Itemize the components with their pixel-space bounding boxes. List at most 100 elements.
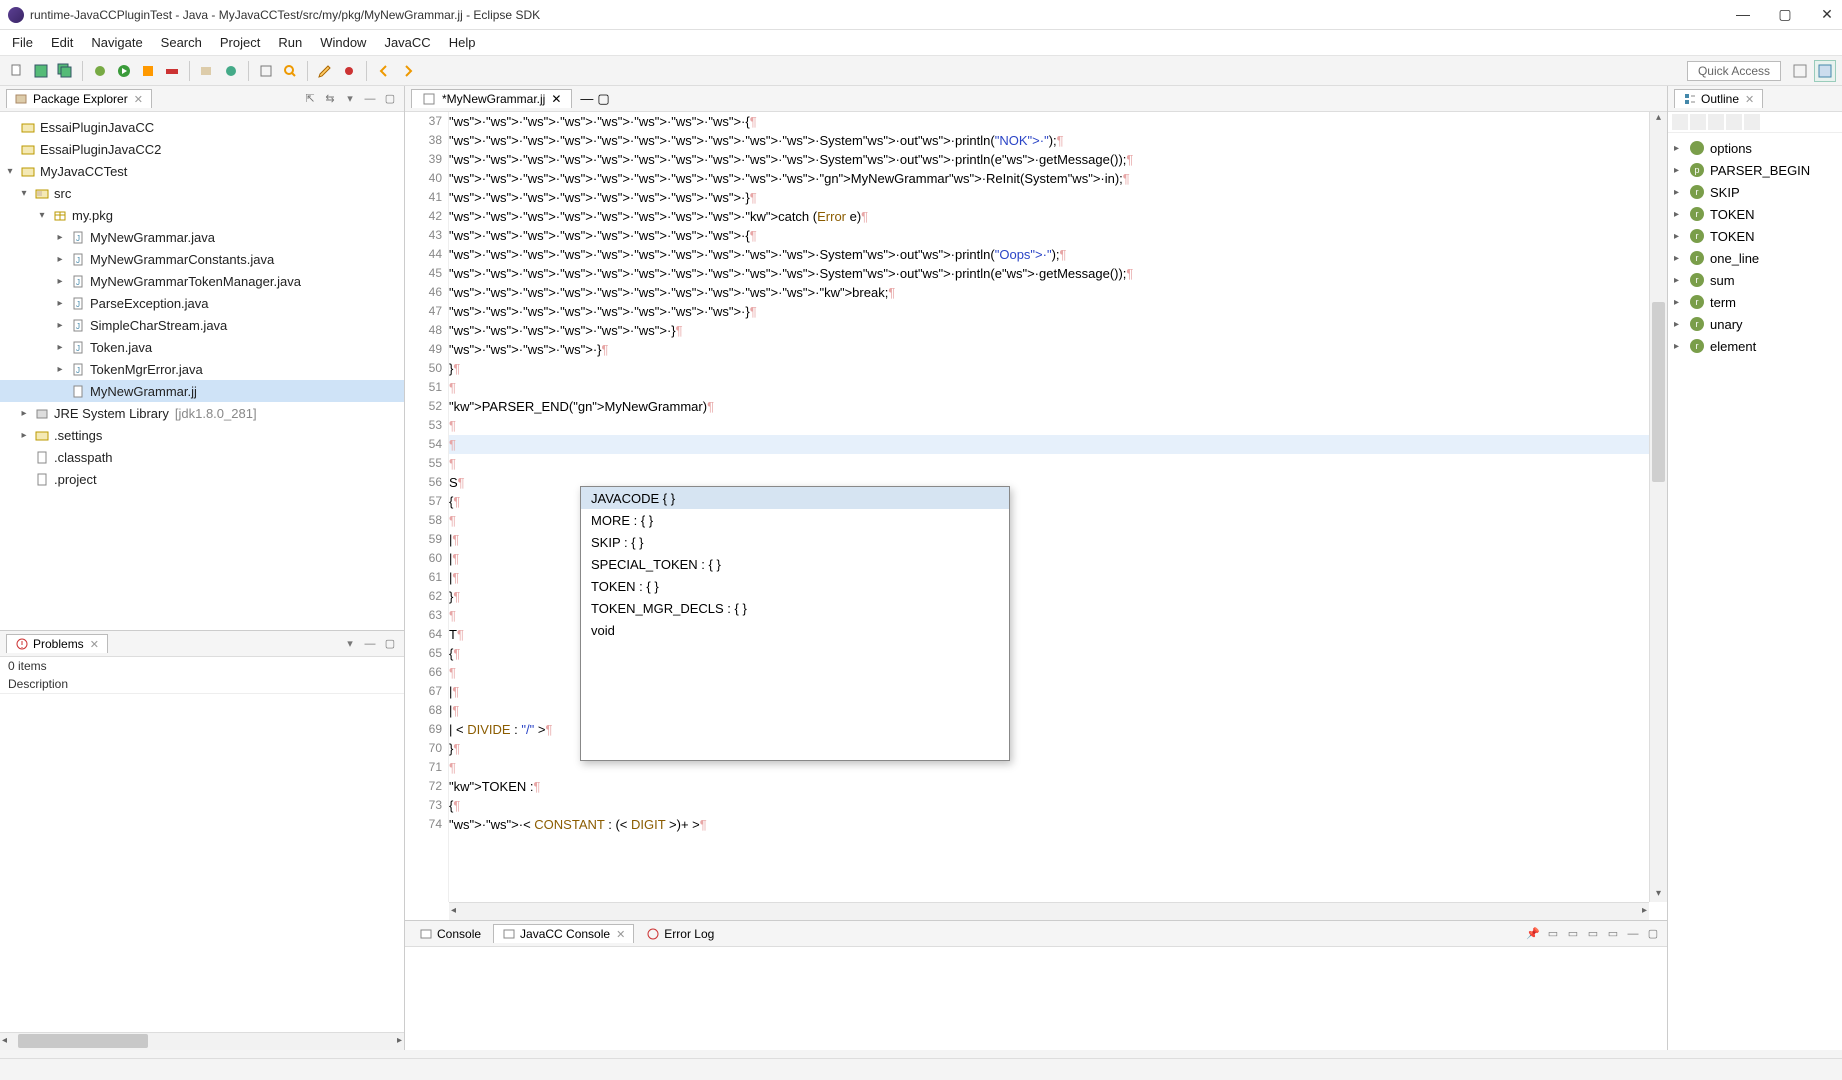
menu-search[interactable]: Search bbox=[153, 33, 210, 52]
close-icon[interactable]: ✕ bbox=[90, 638, 99, 651]
maximize-icon[interactable]: ▢ bbox=[382, 636, 398, 652]
view-menu-icon[interactable]: ▾ bbox=[342, 91, 358, 107]
package-explorer-tree[interactable]: EssaiPluginJavaCCEssaiPluginJavaCC2▾MyJa… bbox=[0, 112, 404, 630]
outline-item[interactable]: ▸SKIP bbox=[1668, 181, 1842, 203]
javacc-console-tab[interactable]: JavaCC Console ✕ bbox=[493, 924, 634, 943]
minimize-icon[interactable]: — bbox=[580, 91, 593, 106]
new-button[interactable] bbox=[6, 60, 28, 82]
completion-item[interactable]: TOKEN : { } bbox=[581, 575, 1009, 597]
code-line[interactable]: "ws">·"ws">·"ws">·"ws">·"ws">·"ws">·}¶ bbox=[449, 321, 1649, 340]
view-menu-icon[interactable]: ▾ bbox=[342, 636, 358, 652]
outline-item[interactable]: ▸element bbox=[1668, 335, 1842, 357]
horizontal-scrollbar-thumb[interactable] bbox=[18, 1034, 148, 1048]
hide-nonpublic-icon[interactable] bbox=[1744, 114, 1760, 130]
java-perspective-button[interactable] bbox=[1814, 60, 1836, 82]
maximize-icon[interactable]: ▢ bbox=[382, 91, 398, 107]
code-line[interactable]: "ws">·"ws">·"ws">·"ws">·"ws">·"ws">·"ws"… bbox=[449, 264, 1649, 283]
horizontal-scrollbar[interactable]: ◂ ▸ bbox=[449, 902, 1649, 920]
minimize-icon[interactable]: — bbox=[1625, 926, 1641, 942]
clear-console-icon[interactable]: ▭ bbox=[1565, 926, 1581, 942]
tree-twisty-icon[interactable]: ▸ bbox=[54, 232, 66, 243]
outline-item[interactable]: ▸term bbox=[1668, 291, 1842, 313]
tree-twisty-icon[interactable]: ▸ bbox=[1674, 231, 1684, 242]
code-line[interactable]: ¶ bbox=[449, 435, 1649, 454]
menu-navigate[interactable]: Navigate bbox=[83, 33, 150, 52]
tree-item[interactable]: ▸JMyNewGrammarConstants.java bbox=[0, 248, 404, 270]
pin-console-icon[interactable]: 📌 bbox=[1525, 926, 1541, 942]
tree-item[interactable]: ▸JRE System Library[jdk1.8.0_281] bbox=[0, 402, 404, 424]
debug-button[interactable] bbox=[89, 60, 111, 82]
code-line[interactable]: ¶ bbox=[449, 454, 1649, 473]
tree-twisty-icon[interactable]: ▸ bbox=[18, 430, 30, 441]
code-line[interactable]: "kw">TOKEN :¶ bbox=[449, 777, 1649, 796]
menu-run[interactable]: Run bbox=[270, 33, 310, 52]
outline-item[interactable]: ▸PARSER_BEGIN bbox=[1668, 159, 1842, 181]
scroll-lock-icon[interactable]: ▭ bbox=[1585, 926, 1601, 942]
tree-item[interactable]: ▾MyJavaCCTest bbox=[0, 160, 404, 182]
back-button[interactable] bbox=[373, 60, 395, 82]
annotate-button[interactable] bbox=[314, 60, 336, 82]
tree-twisty-icon[interactable]: ▸ bbox=[1674, 253, 1684, 264]
problems-tab[interactable]: Problems ✕ bbox=[6, 634, 108, 653]
maximize-button[interactable]: ▢ bbox=[1778, 6, 1792, 23]
vertical-scrollbar-thumb[interactable] bbox=[1652, 302, 1665, 482]
menu-edit[interactable]: Edit bbox=[43, 33, 81, 52]
code-line[interactable]: "ws">·"ws">·"ws">·"ws">·"ws">·"ws">·"ws"… bbox=[449, 245, 1649, 264]
menu-help[interactable]: Help bbox=[441, 33, 484, 52]
menu-file[interactable]: File bbox=[4, 33, 41, 52]
code-line[interactable]: "ws">·"ws">·"ws">·"ws">·"ws">·"ws">·"ws"… bbox=[449, 150, 1649, 169]
close-icon[interactable]: ✕ bbox=[551, 92, 561, 106]
close-icon[interactable]: ✕ bbox=[134, 93, 143, 106]
close-button[interactable]: ✕ bbox=[1820, 6, 1834, 23]
close-icon[interactable]: ✕ bbox=[1745, 93, 1754, 106]
code-line[interactable]: {¶ bbox=[449, 796, 1649, 815]
close-icon[interactable]: ✕ bbox=[616, 928, 625, 941]
collapse-all-icon[interactable]: ⇱ bbox=[302, 91, 318, 107]
menu-window[interactable]: Window bbox=[312, 33, 374, 52]
code-line[interactable]: "ws">·"ws">·"ws">·"ws">·"ws">·"ws">·"ws"… bbox=[449, 188, 1649, 207]
outline-item[interactable]: ▸TOKEN bbox=[1668, 203, 1842, 225]
maximize-icon[interactable]: ▢ bbox=[1645, 926, 1661, 942]
completion-item[interactable]: void bbox=[581, 619, 1009, 641]
open-console-icon[interactable]: ▭ bbox=[1605, 926, 1621, 942]
open-type-button[interactable] bbox=[255, 60, 277, 82]
new-package-button[interactable] bbox=[196, 60, 218, 82]
forward-button[interactable] bbox=[397, 60, 419, 82]
completion-item[interactable]: TOKEN_MGR_DECLS : { } bbox=[581, 597, 1009, 619]
tree-item[interactable]: ▸JToken.java bbox=[0, 336, 404, 358]
tree-twisty-icon[interactable]: ▸ bbox=[54, 276, 66, 287]
tree-item[interactable]: ▸.settings bbox=[0, 424, 404, 446]
outline-item[interactable]: ▸one_line bbox=[1668, 247, 1842, 269]
code-line[interactable]: "ws">·"ws">·"ws">·"ws">·"ws">·"ws">·"ws"… bbox=[449, 169, 1649, 188]
code-line[interactable]: "ws">·"ws">·"ws">·"ws">·"ws">·"ws">·"ws"… bbox=[449, 283, 1649, 302]
tree-twisty-icon[interactable]: ▸ bbox=[1674, 165, 1684, 176]
save-all-button[interactable] bbox=[54, 60, 76, 82]
tree-item[interactable]: EssaiPluginJavaCC2 bbox=[0, 138, 404, 160]
tree-item[interactable]: ▸JParseException.java bbox=[0, 292, 404, 314]
code-line[interactable]: "ws">·"ws">·< CONSTANT : (< DIGIT >)+ >¶ bbox=[449, 815, 1649, 834]
code-line[interactable]: "ws">·"ws">·"ws">·"ws">·}¶ bbox=[449, 340, 1649, 359]
scroll-right-icon[interactable]: ▸ bbox=[397, 1035, 402, 1046]
menu-javacc[interactable]: JavaCC bbox=[376, 33, 438, 52]
menu-project[interactable]: Project bbox=[212, 33, 268, 52]
outline-item[interactable]: ▸sum bbox=[1668, 269, 1842, 291]
outline-item[interactable]: ▸unary bbox=[1668, 313, 1842, 335]
tree-item[interactable]: MyNewGrammar.jj bbox=[0, 380, 404, 402]
tree-twisty-icon[interactable]: ▸ bbox=[54, 342, 66, 353]
new-class-button[interactable] bbox=[220, 60, 242, 82]
coverage-button[interactable] bbox=[137, 60, 159, 82]
save-button[interactable] bbox=[30, 60, 52, 82]
completion-item[interactable]: SPECIAL_TOKEN : { } bbox=[581, 553, 1009, 575]
completion-item[interactable]: SKIP : { } bbox=[581, 531, 1009, 553]
scroll-left-icon[interactable]: ◂ bbox=[2, 1035, 7, 1046]
tree-twisty-icon[interactable]: ▾ bbox=[36, 210, 48, 221]
tree-item[interactable]: ▾my.pkg bbox=[0, 204, 404, 226]
code-line[interactable]: "ws">·"ws">·"ws">·"ws">·"ws">·"ws">·"ws"… bbox=[449, 302, 1649, 321]
tree-twisty-icon[interactable]: ▸ bbox=[1674, 341, 1684, 352]
toggle-breakpoint-button[interactable] bbox=[338, 60, 360, 82]
tree-twisty-icon[interactable]: ▸ bbox=[54, 254, 66, 265]
ext-tools-button[interactable] bbox=[161, 60, 183, 82]
hide-static-icon[interactable] bbox=[1726, 114, 1742, 130]
code-line[interactable]: ¶ bbox=[449, 416, 1649, 435]
completion-item[interactable]: JAVACODE { } bbox=[581, 487, 1009, 509]
